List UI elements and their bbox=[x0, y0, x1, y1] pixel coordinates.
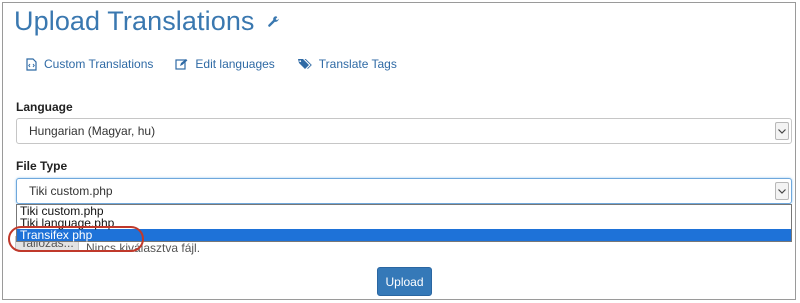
page-title-text: Upload Translations bbox=[14, 6, 255, 36]
page-title: Upload Translations bbox=[14, 6, 281, 37]
file-type-select[interactable]: Tiki custom.php bbox=[16, 178, 792, 204]
tags-icon bbox=[297, 59, 312, 69]
page-frame bbox=[2, 2, 796, 300]
wrench-icon[interactable] bbox=[267, 15, 281, 29]
language-select[interactable]: Hungarian (Magyar, hu) bbox=[16, 118, 792, 144]
language-select-value: Hungarian (Magyar, hu) bbox=[29, 124, 156, 138]
custom-translations-link[interactable]: Custom Translations bbox=[26, 57, 153, 71]
translate-tags-label: Translate Tags bbox=[318, 57, 397, 71]
language-label: Language bbox=[16, 100, 73, 114]
nav-links: Custom Translations Edit languages Trans… bbox=[26, 57, 397, 71]
annotation-highlight-circle bbox=[8, 226, 144, 252]
edit-languages-label: Edit languages bbox=[195, 57, 275, 71]
translate-tags-link[interactable]: Translate Tags bbox=[297, 57, 397, 71]
upload-button[interactable]: Upload bbox=[377, 267, 432, 296]
edit-icon bbox=[175, 58, 188, 70]
code-file-icon bbox=[26, 57, 37, 71]
edit-languages-link[interactable]: Edit languages bbox=[175, 57, 275, 71]
chevron-down-icon[interactable] bbox=[775, 182, 789, 200]
custom-translations-label: Custom Translations bbox=[44, 57, 154, 71]
file-type-label: File Type bbox=[16, 159, 68, 173]
file-type-select-value: Tiki custom.php bbox=[29, 184, 113, 198]
file-type-option[interactable]: Tiki custom.php bbox=[17, 205, 791, 217]
chevron-down-icon[interactable] bbox=[775, 122, 789, 140]
